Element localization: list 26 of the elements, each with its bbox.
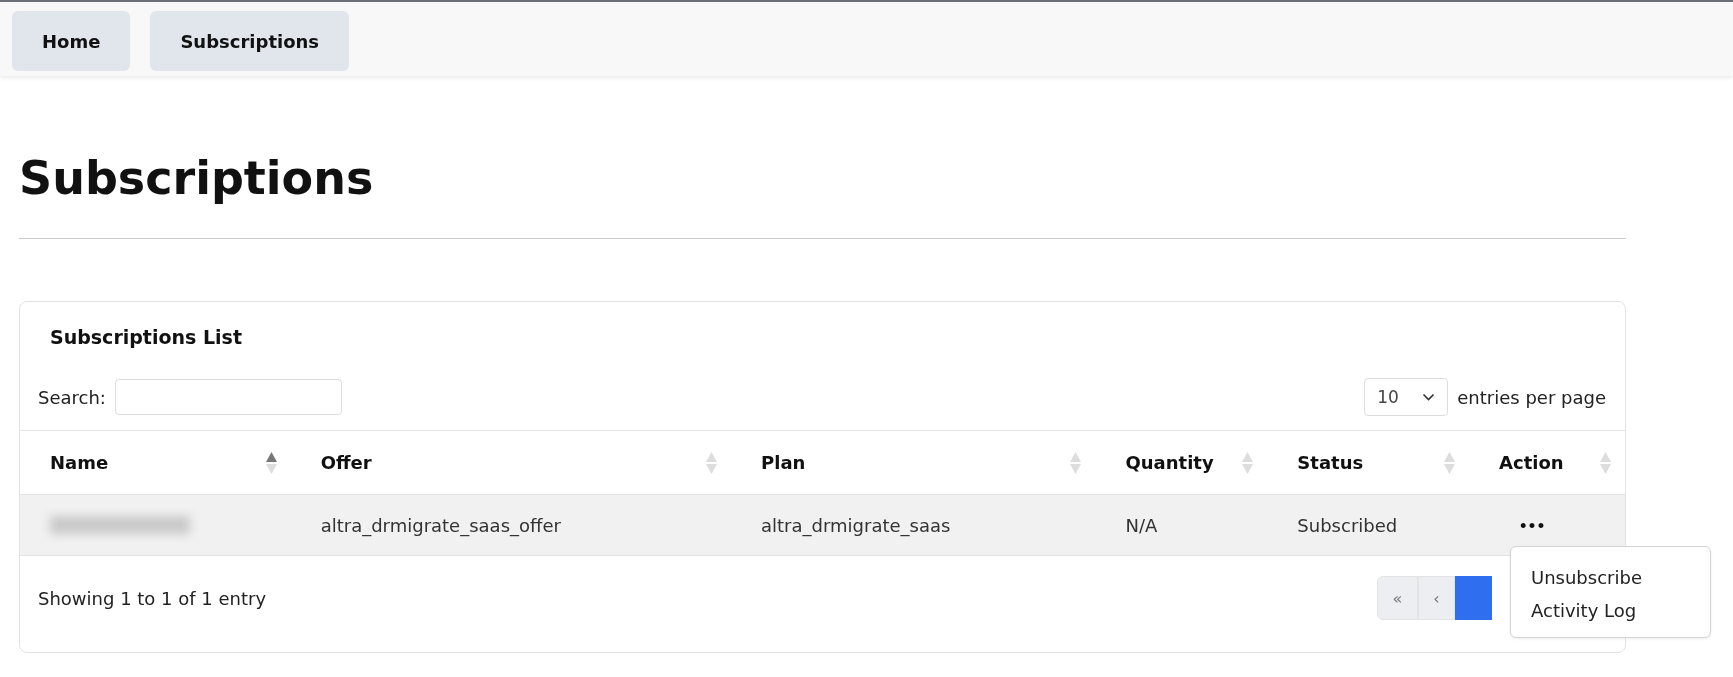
page-button[interactable]: « — [1377, 576, 1418, 620]
entries-label: entries per page — [1457, 386, 1606, 408]
entries-summary: Showing 1 to 1 of 1 entry — [38, 587, 267, 609]
search-field[interactable] — [114, 379, 342, 415]
page-button[interactable] — [1455, 576, 1492, 620]
search-label: Search: — [38, 386, 106, 408]
column-header[interactable]: Offer — [290, 430, 731, 495]
nav-button[interactable]: Home — [12, 11, 131, 71]
column-header[interactable]: Status — [1267, 430, 1470, 495]
column-header[interactable]: Plan — [731, 430, 1096, 495]
card-title: Subscriptions List — [49, 325, 243, 348]
page-title: Subscriptions — [19, 150, 375, 207]
table-cell: altra_drmigrate_saas_offer — [320, 514, 561, 536]
table-cell: N/A — [1125, 514, 1158, 536]
menu-item[interactable]: Activity Log — [1511, 594, 1710, 627]
table-cell: Subscribed — [1297, 514, 1398, 536]
table-cell: altra_drmigrate_saas — [761, 514, 951, 536]
more-button[interactable]: ••• — [1514, 516, 1550, 536]
page-size-select[interactable]: 10 — [1364, 378, 1449, 416]
nav-button[interactable]: Subscriptions — [150, 11, 350, 71]
column-header[interactable]: Name — [20, 430, 291, 495]
chevron-down-icon — [1422, 393, 1436, 401]
column-header[interactable]: Action — [1469, 430, 1625, 495]
menu-item[interactable]: Unsubscribe — [1511, 561, 1710, 594]
page-button[interactable]: ‹ — [1418, 576, 1455, 620]
column-header[interactable]: Quantity — [1095, 430, 1268, 495]
